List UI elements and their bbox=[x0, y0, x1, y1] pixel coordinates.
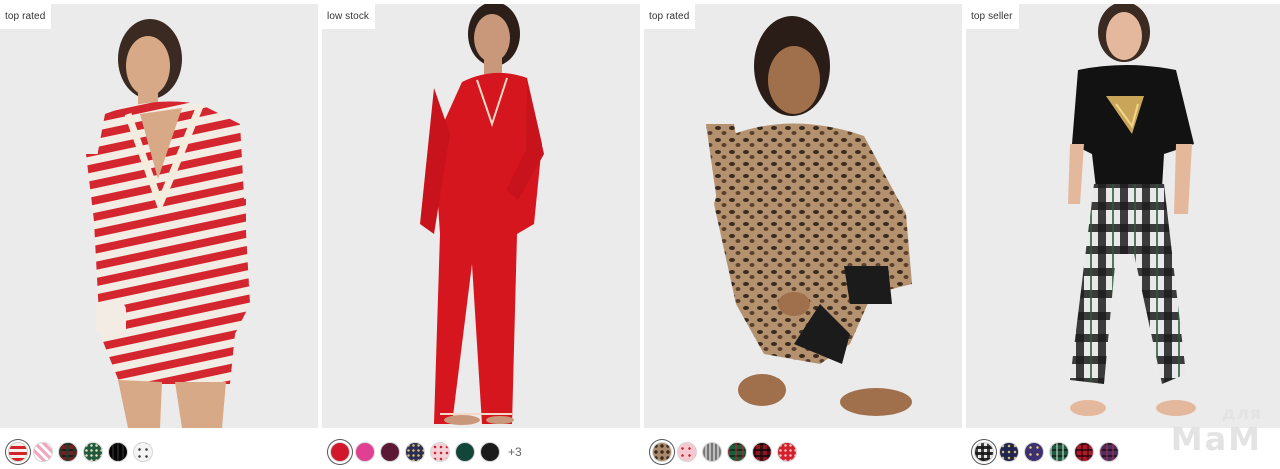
model-black-tee-plaid-pants-icon bbox=[966, 4, 1280, 428]
swatch-burgundy[interactable] bbox=[380, 442, 400, 462]
swatch-navy-print[interactable] bbox=[999, 442, 1019, 462]
swatch-purple-print[interactable] bbox=[1024, 442, 1044, 462]
swatch-black-white-check[interactable] bbox=[108, 442, 128, 462]
swatch-red-green-plaid[interactable] bbox=[58, 442, 78, 462]
swatch-red-black-plaid[interactable] bbox=[752, 442, 772, 462]
swatch-grey-print[interactable] bbox=[702, 442, 722, 462]
swatch-light-pink-print[interactable] bbox=[430, 442, 450, 462]
product-badge: top seller bbox=[966, 4, 1019, 29]
product-card[interactable]: top rated bbox=[0, 4, 318, 469]
swatch-black[interactable] bbox=[480, 442, 500, 462]
color-swatches bbox=[8, 440, 161, 464]
swatch-navy-print[interactable] bbox=[405, 442, 425, 462]
product-card[interactable]: top rated bbox=[644, 4, 962, 469]
product-card[interactable]: low stock +3 bbox=[322, 4, 640, 469]
swatch-red-plaid[interactable] bbox=[1074, 442, 1094, 462]
swatch-green-plaid[interactable] bbox=[1049, 442, 1069, 462]
swatch-green-plaid[interactable] bbox=[727, 442, 747, 462]
color-swatches: +3 bbox=[330, 440, 522, 464]
swatch-black-white-plaid[interactable] bbox=[974, 442, 994, 462]
swatch-red[interactable] bbox=[330, 442, 350, 462]
more-colors-count[interactable]: +3 bbox=[508, 445, 522, 459]
product-badge: top rated bbox=[644, 4, 696, 29]
swatch-red-print[interactable] bbox=[777, 442, 797, 462]
product-card[interactable]: top seller bbox=[966, 4, 1280, 469]
color-swatches bbox=[974, 440, 1127, 464]
swatch-pink[interactable] bbox=[355, 442, 375, 462]
model-striped-romper-icon bbox=[0, 4, 318, 428]
swatch-pink-plaid[interactable] bbox=[33, 442, 53, 462]
product-image[interactable] bbox=[966, 4, 1280, 428]
product-grid: top rated low stock +3 top rated top sel… bbox=[0, 0, 1280, 469]
swatch-dark-green[interactable] bbox=[455, 442, 475, 462]
watermark-logo: для МаМ bbox=[1170, 406, 1262, 458]
model-leopard-thermal-pajama-icon bbox=[644, 4, 962, 428]
swatch-pink-print[interactable] bbox=[677, 442, 697, 462]
model-red-long-pajama-icon bbox=[322, 4, 640, 428]
swatch-red-white-stripe[interactable] bbox=[8, 442, 28, 462]
product-image[interactable] bbox=[0, 4, 318, 428]
watermark-line2: МаМ bbox=[1170, 420, 1262, 458]
product-badge: low stock bbox=[322, 4, 376, 29]
product-image[interactable] bbox=[322, 4, 640, 428]
swatch-white-stars[interactable] bbox=[133, 442, 153, 462]
swatch-leopard[interactable] bbox=[652, 442, 672, 462]
product-badge: top rated bbox=[0, 4, 52, 29]
swatch-green-print[interactable] bbox=[83, 442, 103, 462]
product-image[interactable] bbox=[644, 4, 962, 428]
swatch-purple-plaid[interactable] bbox=[1099, 442, 1119, 462]
color-swatches bbox=[652, 440, 805, 464]
